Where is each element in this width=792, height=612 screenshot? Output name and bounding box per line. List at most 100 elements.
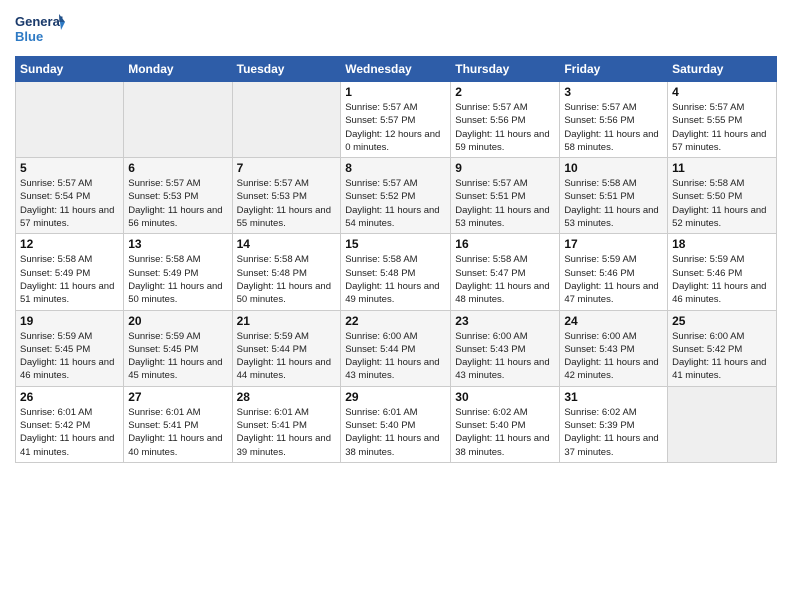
day-number: 1: [345, 85, 446, 99]
calendar-cell: [232, 82, 341, 158]
calendar-cell: 5 Sunrise: 5:57 AMSunset: 5:54 PMDaylight…: [16, 158, 124, 234]
day-info: Sunrise: 5:57 AMSunset: 5:56 PMDaylight:…: [455, 101, 555, 154]
day-number: 30: [455, 390, 555, 404]
calendar-cell: 14 Sunrise: 5:58 AMSunset: 5:48 PMDayligh…: [232, 234, 341, 310]
calendar-cell: 24Sunrise: 6:00 AMSunset: 5:43 PMDayligh…: [560, 310, 668, 386]
day-info: Sunrise: 5:58 AMSunset: 5:49 PMDaylight:…: [20, 253, 119, 306]
day-info: Sunrise: 5:57 AMSunset: 5:57 PMDaylight:…: [345, 101, 446, 154]
calendar-cell: 2 Sunrise: 5:57 AMSunset: 5:56 PMDaylight…: [451, 82, 560, 158]
day-number: 29: [345, 390, 446, 404]
day-number: 6: [128, 161, 227, 175]
calendar-cell: 23 Sunrise: 6:00 AMSunset: 5:43 PMDayligh…: [451, 310, 560, 386]
calendar-week-3: 12Sunrise: 5:58 AMSunset: 5:49 PMDayligh…: [16, 234, 777, 310]
calendar-table: SundayMondayTuesdayWednesdayThursdayFrid…: [15, 56, 777, 463]
day-info: Sunrise: 5:58 AMSunset: 5:51 PMDaylight:…: [564, 177, 663, 230]
header: General Blue: [15, 10, 777, 48]
calendar-cell: 12Sunrise: 5:58 AMSunset: 5:49 PMDayligh…: [16, 234, 124, 310]
day-info: Sunrise: 6:02 AMSunset: 5:39 PMDaylight:…: [564, 406, 663, 459]
day-info: Sunrise: 6:01 AMSunset: 5:40 PMDaylight:…: [345, 406, 446, 459]
calendar-cell: 25Sunrise: 6:00 AMSunset: 5:42 PMDayligh…: [668, 310, 777, 386]
calendar-header-saturday: Saturday: [668, 57, 777, 82]
calendar-cell: [668, 386, 777, 462]
calendar-cell: [124, 82, 232, 158]
calendar-cell: [16, 82, 124, 158]
day-number: 21: [237, 314, 337, 328]
calendar-cell: 22Sunrise: 6:00 AMSunset: 5:44 PMDayligh…: [341, 310, 451, 386]
day-number: 18: [672, 237, 772, 251]
day-number: 13: [128, 237, 227, 251]
day-info: Sunrise: 5:59 AMSunset: 5:46 PMDaylight:…: [672, 253, 772, 306]
day-number: 28: [237, 390, 337, 404]
day-info: Sunrise: 5:57 AMSunset: 5:56 PMDaylight:…: [564, 101, 663, 154]
day-info: Sunrise: 5:57 AMSunset: 5:55 PMDaylight:…: [672, 101, 772, 154]
calendar-week-4: 19Sunrise: 5:59 AMSunset: 5:45 PMDayligh…: [16, 310, 777, 386]
calendar-header-wednesday: Wednesday: [341, 57, 451, 82]
day-info: Sunrise: 6:01 AMSunset: 5:41 PMDaylight:…: [128, 406, 227, 459]
calendar-cell: 9 Sunrise: 5:57 AMSunset: 5:51 PMDaylight…: [451, 158, 560, 234]
calendar-cell: 15Sunrise: 5:58 AMSunset: 5:48 PMDayligh…: [341, 234, 451, 310]
day-info: Sunrise: 6:02 AMSunset: 5:40 PMDaylight:…: [455, 406, 555, 459]
day-info: Sunrise: 5:59 AMSunset: 5:45 PMDaylight:…: [128, 330, 227, 383]
day-info: Sunrise: 6:01 AMSunset: 5:41 PMDaylight:…: [237, 406, 337, 459]
day-number: 5: [20, 161, 119, 175]
calendar-cell: 3 Sunrise: 5:57 AMSunset: 5:56 PMDaylight…: [560, 82, 668, 158]
day-info: Sunrise: 5:57 AMSunset: 5:54 PMDaylight:…: [20, 177, 119, 230]
calendar-cell: 8 Sunrise: 5:57 AMSunset: 5:52 PMDaylight…: [341, 158, 451, 234]
day-number: 8: [345, 161, 446, 175]
calendar-cell: 16Sunrise: 5:58 AMSunset: 5:47 PMDayligh…: [451, 234, 560, 310]
day-number: 22: [345, 314, 446, 328]
day-info: Sunrise: 5:59 AMSunset: 5:46 PMDaylight:…: [564, 253, 663, 306]
day-number: 27: [128, 390, 227, 404]
calendar-cell: 10 Sunrise: 5:58 AMSunset: 5:51 PMDayligh…: [560, 158, 668, 234]
day-info: Sunrise: 6:00 AMSunset: 5:42 PMDaylight:…: [672, 330, 772, 383]
day-number: 15: [345, 237, 446, 251]
page: General Blue SundayMondayTuesdayWednesda…: [0, 0, 792, 612]
day-info: Sunrise: 5:59 AMSunset: 5:45 PMDaylight:…: [20, 330, 119, 383]
day-number: 17: [564, 237, 663, 251]
day-number: 2: [455, 85, 555, 99]
calendar-cell: 11 Sunrise: 5:58 AMSunset: 5:50 PMDayligh…: [668, 158, 777, 234]
day-number: 3: [564, 85, 663, 99]
day-info: Sunrise: 6:00 AMSunset: 5:43 PMDaylight:…: [564, 330, 663, 383]
calendar-cell: 30 Sunrise: 6:02 AMSunset: 5:40 PMDayligh…: [451, 386, 560, 462]
calendar-cell: 20 Sunrise: 5:59 AMSunset: 5:45 PMDayligh…: [124, 310, 232, 386]
calendar-cell: 1 Sunrise: 5:57 AMSunset: 5:57 PMDaylight…: [341, 82, 451, 158]
day-number: 20: [128, 314, 227, 328]
day-info: Sunrise: 5:57 AMSunset: 5:52 PMDaylight:…: [345, 177, 446, 230]
logo-svg: General Blue: [15, 10, 65, 48]
calendar-cell: 21Sunrise: 5:59 AMSunset: 5:44 PMDayligh…: [232, 310, 341, 386]
day-info: Sunrise: 6:01 AMSunset: 5:42 PMDaylight:…: [20, 406, 119, 459]
day-number: 31: [564, 390, 663, 404]
day-number: 23: [455, 314, 555, 328]
calendar-cell: 7 Sunrise: 5:57 AMSunset: 5:53 PMDaylight…: [232, 158, 341, 234]
day-number: 16: [455, 237, 555, 251]
calendar-cell: 18 Sunrise: 5:59 AMSunset: 5:46 PMDayligh…: [668, 234, 777, 310]
day-number: 7: [237, 161, 337, 175]
day-number: 10: [564, 161, 663, 175]
calendar-header-friday: Friday: [560, 57, 668, 82]
calendar-header-row: SundayMondayTuesdayWednesdayThursdayFrid…: [16, 57, 777, 82]
logo: General Blue: [15, 10, 65, 48]
calendar-week-1: 1 Sunrise: 5:57 AMSunset: 5:57 PMDaylight…: [16, 82, 777, 158]
day-info: Sunrise: 5:58 AMSunset: 5:50 PMDaylight:…: [672, 177, 772, 230]
day-info: Sunrise: 5:57 AMSunset: 5:53 PMDaylight:…: [237, 177, 337, 230]
calendar-cell: 17 Sunrise: 5:59 AMSunset: 5:46 PMDayligh…: [560, 234, 668, 310]
day-number: 11: [672, 161, 772, 175]
calendar-cell: 26Sunrise: 6:01 AMSunset: 5:42 PMDayligh…: [16, 386, 124, 462]
calendar-week-2: 5 Sunrise: 5:57 AMSunset: 5:54 PMDaylight…: [16, 158, 777, 234]
day-number: 14: [237, 237, 337, 251]
calendar-header-thursday: Thursday: [451, 57, 560, 82]
day-number: 9: [455, 161, 555, 175]
calendar-week-5: 26Sunrise: 6:01 AMSunset: 5:42 PMDayligh…: [16, 386, 777, 462]
svg-text:General: General: [15, 14, 63, 29]
day-info: Sunrise: 6:00 AMSunset: 5:43 PMDaylight:…: [455, 330, 555, 383]
calendar-cell: 31 Sunrise: 6:02 AMSunset: 5:39 PMDayligh…: [560, 386, 668, 462]
day-info: Sunrise: 5:58 AMSunset: 5:49 PMDaylight:…: [128, 253, 227, 306]
day-info: Sunrise: 5:57 AMSunset: 5:51 PMDaylight:…: [455, 177, 555, 230]
calendar-cell: 29 Sunrise: 6:01 AMSunset: 5:40 PMDayligh…: [341, 386, 451, 462]
calendar-cell: 13 Sunrise: 5:58 AMSunset: 5:49 PMDayligh…: [124, 234, 232, 310]
day-number: 4: [672, 85, 772, 99]
svg-text:Blue: Blue: [15, 29, 43, 44]
calendar-header-sunday: Sunday: [16, 57, 124, 82]
day-info: Sunrise: 5:58 AMSunset: 5:48 PMDaylight:…: [237, 253, 337, 306]
